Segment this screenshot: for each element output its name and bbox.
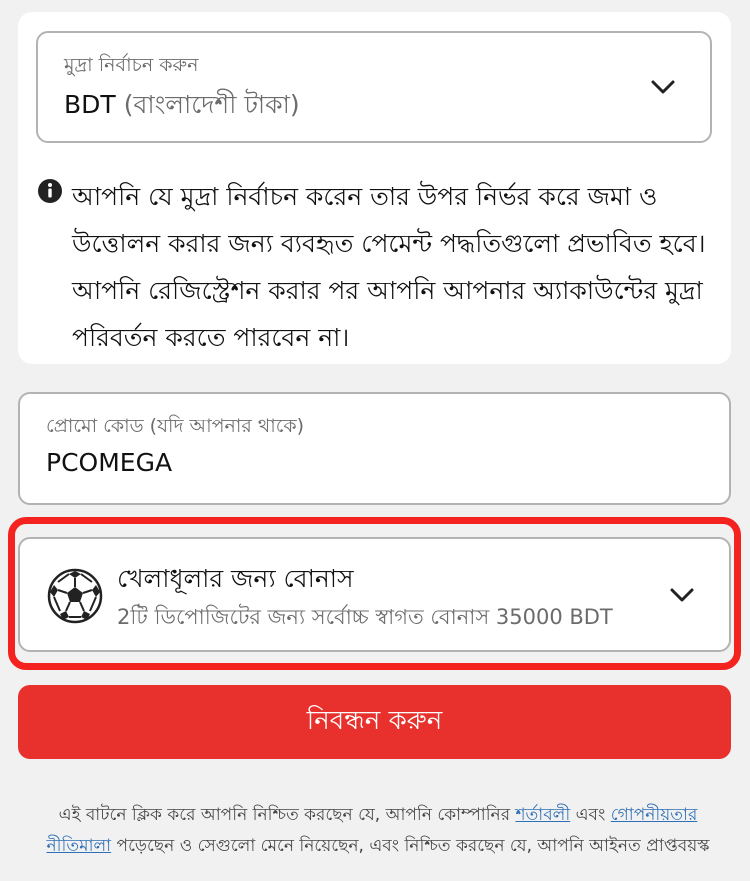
currency-name: (বাংলাদেশী টাকা): [123, 90, 300, 119]
bonus-title: খেলাধূলার জন্য বোনাস: [117, 564, 354, 593]
promo-code-input[interactable]: [46, 448, 686, 477]
currency-label: মুদ্রা নির্বাচন করুন: [64, 54, 199, 76]
promo-code-label: প্রোমো কোড (যদি আপনার থাকে): [46, 415, 305, 437]
currency-select[interactable]: মুদ্রা নির্বাচন করুন BDT (বাংলাদেশী টাকা): [36, 31, 712, 143]
terms-link[interactable]: শর্তাবলী: [515, 805, 570, 825]
register-button[interactable]: নিবন্ধন করুন: [18, 685, 731, 759]
chevron-down-icon: [651, 80, 675, 94]
bonus-description: 2টি ডিপোজিটের জন্য সর্বোচ্চ স্বাগত বোনাস…: [117, 605, 613, 629]
currency-info-text: আপনি যে মুদ্রা নির্বাচন করেন তার উপর নির…: [72, 182, 706, 352]
soccer-ball-icon: [47, 568, 103, 624]
bonus-select[interactable]: খেলাধূলার জন্য বোনাস 2টি ডিপোজিটের জন্য …: [18, 537, 731, 652]
chevron-down-icon: [670, 588, 694, 602]
promo-code-field[interactable]: প্রোমো কোড (যদি আপনার থাকে): [18, 392, 731, 505]
terms-prefix: এই বাটনে ক্লিক করে আপনি নিশ্চিত করছেন যে…: [58, 805, 516, 825]
info-icon: [38, 179, 62, 203]
terms-notice: এই বাটনে ক্লিক করে আপনি নিশ্চিত করছেন যে…: [28, 800, 728, 862]
currency-value: BDT (বাংলাদেশী টাকা): [64, 85, 300, 128]
currency-code: BDT: [64, 90, 116, 119]
terms-suffix: পড়েছেন ও সেগুলো মেনে নিয়েছেন, এবং নিশ্…: [111, 836, 710, 856]
terms-middle: এবং: [570, 805, 611, 825]
